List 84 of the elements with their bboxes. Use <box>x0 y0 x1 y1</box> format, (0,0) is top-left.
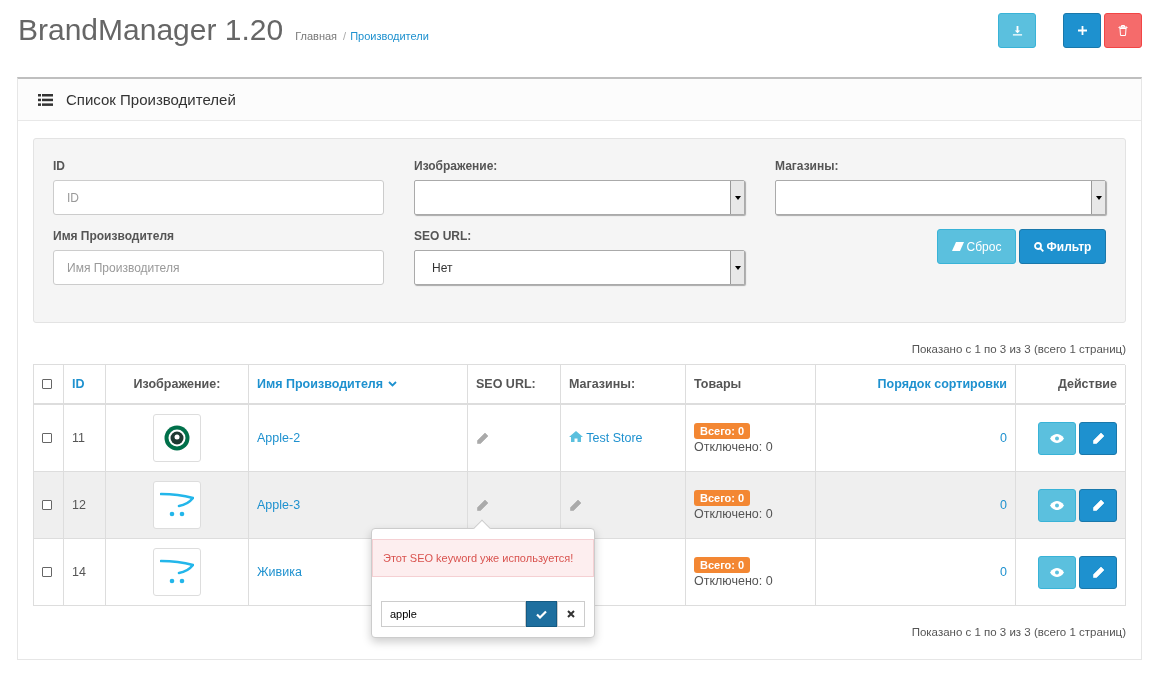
row-checkbox[interactable] <box>42 500 52 510</box>
field-label: ID <box>53 159 66 173</box>
manufacturer-link[interactable]: Apple-3 <box>257 498 301 512</box>
select-field[interactable] <box>775 180 1106 215</box>
store-link[interactable]: Test Store <box>569 431 643 445</box>
caret-icon <box>388 381 398 387</box>
input-field[interactable]: ID <box>53 180 384 215</box>
home-icon <box>569 431 583 442</box>
table-cell: 14 <box>72 565 86 579</box>
field-label: Изображение: <box>414 159 499 173</box>
eye-icon <box>1050 567 1064 577</box>
caret-icon <box>734 265 741 270</box>
trash-icon <box>1118 25 1128 36</box>
disabled-count: Отключено: 0 <box>694 439 773 454</box>
edit-pencil-icon <box>476 431 489 445</box>
breadcrumb-link[interactable]: Главная <box>295 30 338 42</box>
table-cell: 12 <box>72 498 86 512</box>
results-summary: Показано с 1 по 3 из 3 (всего 1 страниц) <box>911 626 1126 638</box>
delete-button[interactable] <box>1104 13 1142 48</box>
manufacturer-link[interactable]: Живика <box>257 565 302 579</box>
field-label: SEO URL: <box>414 229 473 243</box>
sort-order-value: 0 <box>1000 431 1007 445</box>
column-header: SEO URL: <box>476 377 536 391</box>
close-icon <box>567 610 575 618</box>
edit-pencil-icon <box>569 498 582 512</box>
confirm-button[interactable] <box>526 601 557 627</box>
error-message: Этот SEO keyword уже используется! <box>372 539 594 577</box>
reset-button[interactable]: Сброс <box>937 229 1016 264</box>
disabled-count: Отключено: 0 <box>694 506 773 521</box>
pencil-icon <box>1091 431 1105 445</box>
caret-icon <box>734 195 741 200</box>
add-button[interactable] <box>1063 13 1101 48</box>
row-checkbox[interactable] <box>42 433 52 443</box>
breadcrumb-separator: / <box>343 30 347 42</box>
cart-logo-icon <box>160 492 194 518</box>
column-header: Магазины: <box>569 377 636 391</box>
column-header: Товары <box>694 377 742 391</box>
caret-icon <box>1095 195 1102 200</box>
manufacturer-link[interactable]: Apple-2 <box>257 431 301 445</box>
disabled-count: Отключено: 0 <box>694 573 773 588</box>
sort-order-value: 0 <box>1000 565 1007 579</box>
pencil-icon <box>1091 498 1105 512</box>
edit-button[interactable] <box>1079 421 1117 455</box>
select-field[interactable] <box>414 180 745 215</box>
edit-button[interactable] <box>1079 555 1117 589</box>
edit-button[interactable] <box>1079 488 1117 522</box>
input-field[interactable]: Имя Производителя <box>53 250 384 285</box>
select-field[interactable]: Нет <box>414 250 745 285</box>
download-icon <box>1011 25 1023 36</box>
column-sort-link[interactable]: Имя Производителя <box>257 377 384 391</box>
edit-pencil-icon <box>476 498 489 512</box>
column-sort-link[interactable]: ID <box>72 377 85 391</box>
product-count-badge: Всего: 0 <box>694 422 751 439</box>
column-header: Изображение: <box>133 377 221 391</box>
column-sort-link[interactable]: Порядок сортировки <box>877 377 1007 391</box>
page-title: BrandManager 1.20 <box>18 13 284 47</box>
dropdown-button[interactable] <box>730 181 744 214</box>
panel-title: Список Производителей <box>66 91 236 108</box>
check-icon <box>536 609 547 619</box>
field-label: Магазины: <box>775 159 840 173</box>
dropdown-button[interactable] <box>730 251 744 284</box>
search-icon <box>1033 241 1044 252</box>
row-checkbox[interactable] <box>42 567 52 577</box>
results-summary: Показано с 1 по 3 из 3 (всего 1 страниц) <box>911 343 1126 355</box>
list-icon <box>38 93 53 106</box>
pencil-icon <box>1091 565 1105 579</box>
keyword-input[interactable]: apple <box>381 601 526 627</box>
cart-logo-icon <box>160 559 194 585</box>
column-header: Действие <box>1057 377 1117 391</box>
breadcrumb-link[interactable]: Производители <box>350 30 429 42</box>
field-label: Имя Производителя <box>53 229 176 243</box>
eraser-icon <box>951 242 964 251</box>
eye-icon <box>1050 500 1064 510</box>
product-count-badge: Всего: 0 <box>694 489 751 506</box>
select-all-checkbox[interactable] <box>42 379 52 389</box>
eye-icon <box>1050 433 1064 443</box>
table-cell: 11 <box>72 431 85 445</box>
cancel-button[interactable] <box>557 601 585 627</box>
plus-icon <box>1077 26 1087 35</box>
round-logo-icon <box>164 425 190 451</box>
dropdown-button[interactable] <box>1091 181 1105 214</box>
filter-button[interactable]: Фильтр <box>1019 229 1106 264</box>
product-count-badge: Всего: 0 <box>694 556 751 573</box>
sort-order-value: 0 <box>1000 498 1007 512</box>
